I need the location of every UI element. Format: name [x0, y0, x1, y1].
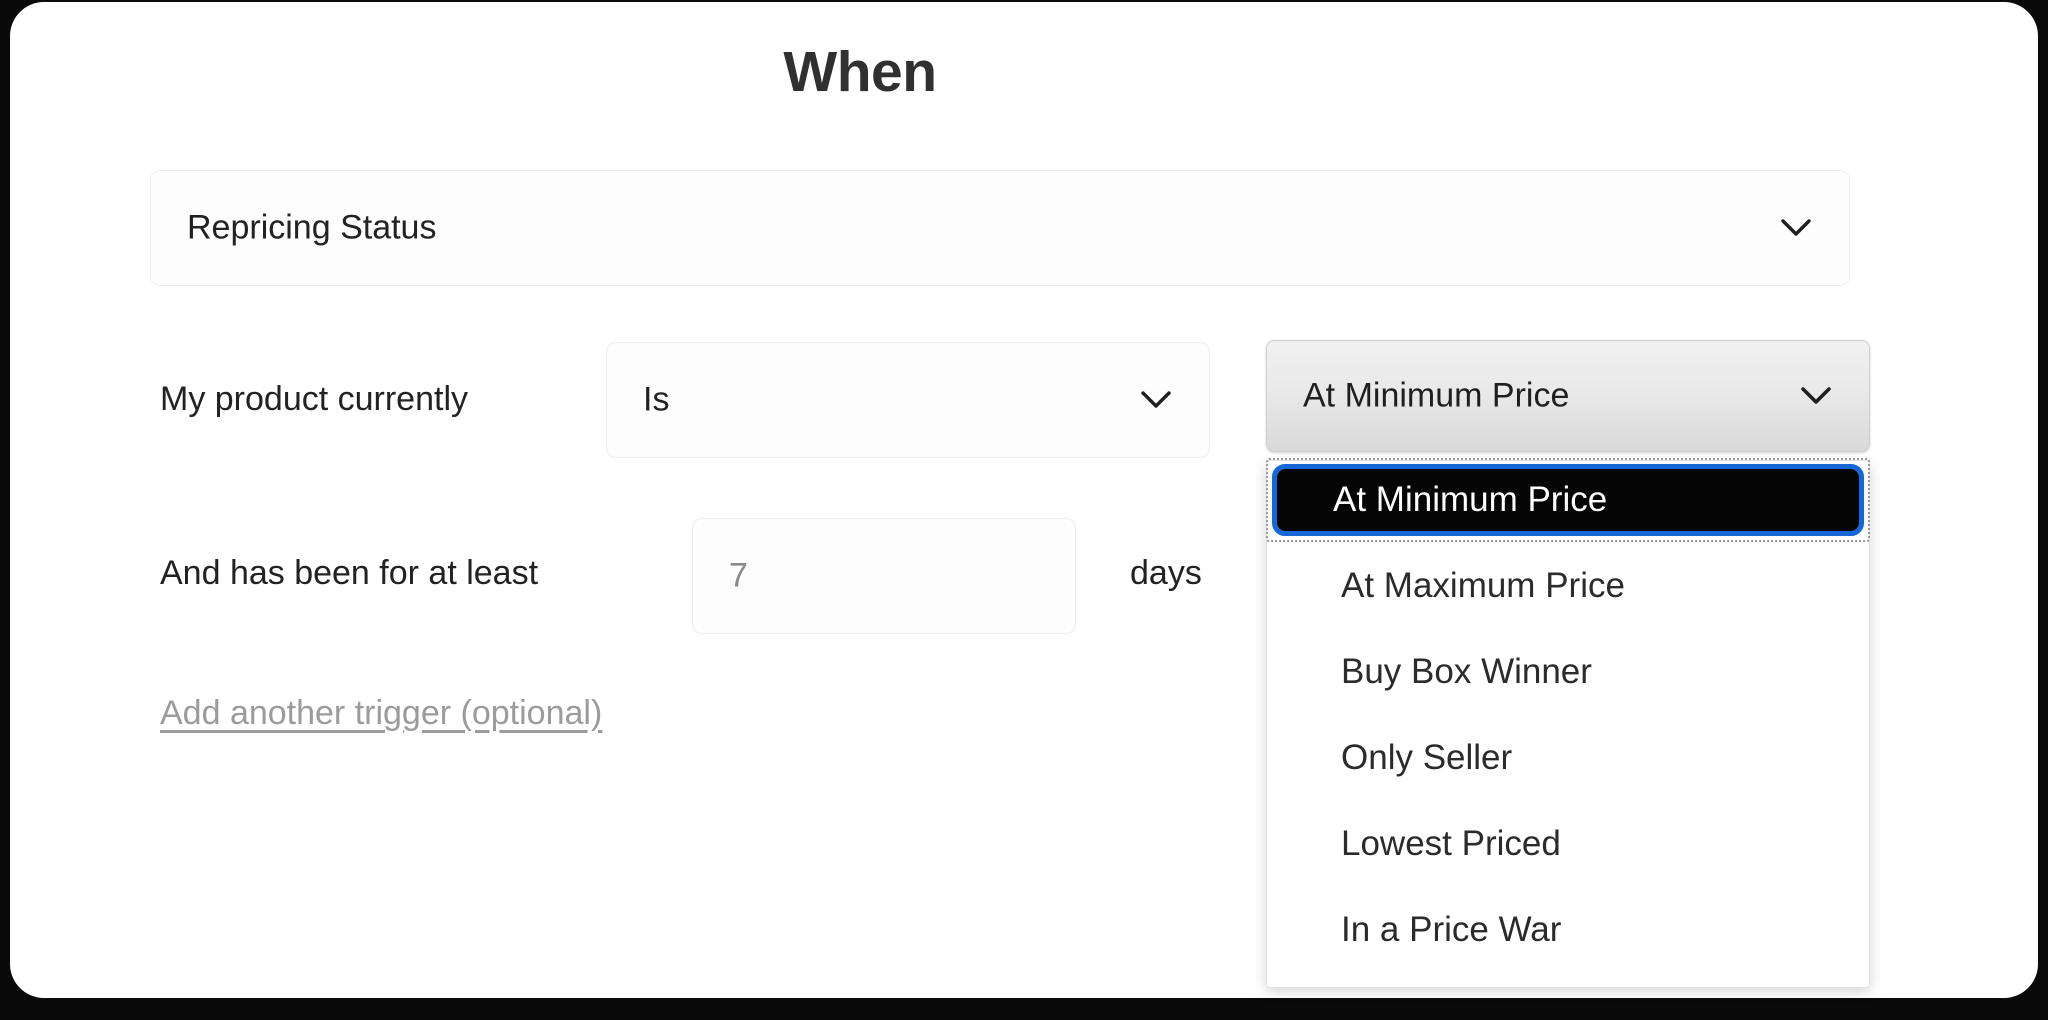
duration-input[interactable]: 7: [692, 518, 1076, 634]
dropdown-option-lowest-priced[interactable]: Lowest Priced: [1275, 813, 1861, 875]
chevron-down-icon: [1781, 219, 1811, 237]
option-spacer: [1267, 789, 1869, 813]
condition-operator-value: Is: [643, 380, 670, 419]
condition-operator-select[interactable]: Is: [606, 342, 1210, 458]
chevron-down-icon: [1801, 387, 1831, 405]
when-panel-card: When Repricing Status My product current…: [10, 2, 2038, 998]
dropdown-option-in-a-price-war[interactable]: In a Price War: [1275, 899, 1861, 961]
page-title: When: [783, 40, 937, 104]
add-another-trigger-link[interactable]: Add another trigger (optional): [160, 694, 602, 733]
status-value-select[interactable]: At Minimum Price: [1266, 340, 1870, 452]
option-spacer: [1267, 531, 1869, 555]
dropdown-option-at-minimum-price[interactable]: At Minimum Price: [1266, 458, 1870, 542]
option-spacer: [1267, 617, 1869, 641]
status-value-selected-label: At Minimum Price: [1303, 376, 1570, 415]
option-spacer: [1267, 703, 1869, 727]
chevron-down-icon: [1141, 391, 1171, 409]
dropdown-option-at-maximum-price[interactable]: At Maximum Price: [1275, 555, 1861, 617]
duration-row-label: And has been for at least: [160, 554, 539, 592]
condition-row-label: My product currently: [160, 380, 468, 418]
option-spacer: [1267, 875, 1869, 899]
trigger-type-value: Repricing Status: [187, 208, 437, 247]
dropdown-option-only-seller[interactable]: Only Seller: [1275, 727, 1861, 789]
dropdown-option-buy-box-winner[interactable]: Buy Box Winner: [1275, 641, 1861, 703]
screenshot-root: When Repricing Status My product current…: [0, 0, 2048, 1020]
duration-unit-label: days: [1130, 554, 1202, 592]
duration-input-value: 7: [729, 556, 748, 595]
status-value-dropdown-panel[interactable]: At Minimum Price At Maximum Price Buy Bo…: [1266, 458, 1870, 988]
trigger-type-select[interactable]: Repricing Status: [150, 170, 1850, 286]
